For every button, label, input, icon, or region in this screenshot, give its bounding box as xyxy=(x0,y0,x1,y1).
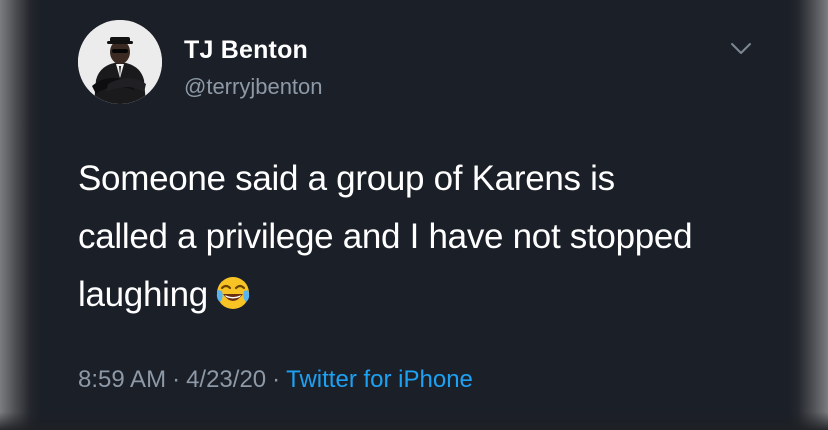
tweet-text-line: laughing xyxy=(78,266,778,324)
right-edge-shade xyxy=(788,0,828,430)
author-handle[interactable]: @terryjbenton xyxy=(184,74,323,100)
tweet-text-line: called a privilege and I have not stoppe… xyxy=(78,217,693,256)
tweet-text: Someone said a group of Karens is called… xyxy=(78,150,778,324)
meta-separator: · xyxy=(172,366,181,393)
avatar-photo xyxy=(78,20,162,104)
tweet-card: TJ Benton @terryjbenton Someone said a g… xyxy=(40,0,788,430)
avatar[interactable] xyxy=(78,20,162,104)
tweet-text-line: Someone said a group of Karens is xyxy=(78,159,615,198)
screenshot-frame: TJ Benton @terryjbenton Someone said a g… xyxy=(0,0,828,430)
author-display-name[interactable]: TJ Benton xyxy=(184,36,308,65)
tweet-date[interactable]: 4/23/20 xyxy=(186,366,266,393)
face-with-tears-of-joy-icon xyxy=(216,277,250,309)
tweet-text-line-last: laughing xyxy=(78,275,208,314)
tweet-time[interactable]: 8:59 AM xyxy=(78,366,166,393)
meta-separator: · xyxy=(272,366,281,393)
left-edge-shade xyxy=(0,0,40,430)
tweet-meta: 8:59 AM · 4/23/20 · Twitter for iPhone xyxy=(78,366,473,394)
tweet-source-link[interactable]: Twitter for iPhone xyxy=(286,366,473,393)
chevron-down-icon[interactable] xyxy=(730,42,752,56)
bottom-edge-shade xyxy=(0,412,828,430)
